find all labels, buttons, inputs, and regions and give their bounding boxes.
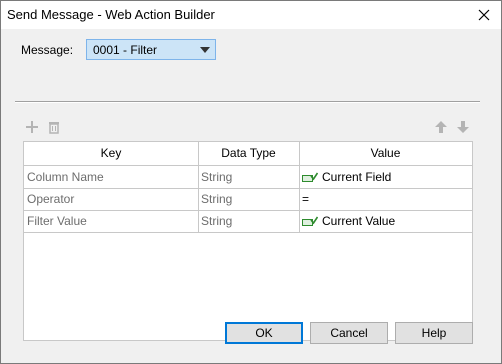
help-button[interactable]: Help [395, 322, 473, 344]
row-value[interactable]: Current Value [299, 210, 472, 232]
message-select[interactable]: 0001 - Filter [86, 39, 216, 60]
table-row[interactable]: Filter Value String Current Value [24, 210, 472, 233]
chevron-down-icon[interactable] [195, 40, 215, 59]
column-header-key[interactable]: Key [24, 142, 198, 165]
message-label: Message: [21, 43, 74, 57]
cancel-button[interactable]: Cancel [310, 322, 388, 344]
column-header-value[interactable]: Value [299, 142, 472, 165]
row-value-text: = [302, 192, 310, 206]
column-divider [198, 142, 199, 232]
window-title: Send Message - Web Action Builder [7, 7, 215, 22]
row-data-type: String [201, 170, 233, 184]
arrow-up-icon[interactable] [432, 118, 450, 136]
table-row[interactable]: Operator String = [24, 188, 472, 211]
row-value-text: Current Value [322, 214, 396, 228]
table-row[interactable]: Column Name String Current Field [24, 166, 472, 189]
column-divider [299, 142, 300, 232]
close-button[interactable] [467, 1, 501, 29]
close-icon [478, 9, 490, 21]
row-value-text: Current Field [322, 170, 392, 184]
row-data-type: String [201, 214, 233, 228]
row-value[interactable]: Current Field [299, 166, 472, 188]
row-data-type: String [201, 192, 233, 206]
row-key: Filter Value [27, 214, 87, 228]
dialog-window: Send Message - Web Action Builder Messag… [0, 0, 502, 364]
arrow-down-icon[interactable] [454, 118, 472, 136]
row-key: Operator [27, 192, 75, 206]
title-bar: Send Message - Web Action Builder [1, 1, 501, 29]
separator [15, 101, 480, 103]
parameters-table: Key Data Type Value Column Name String C… [23, 141, 473, 341]
message-select-value: 0001 - Filter [93, 43, 158, 57]
ok-button[interactable]: OK [225, 322, 303, 344]
table-header: Key Data Type Value [24, 142, 472, 166]
field-icon [302, 216, 318, 226]
field-icon [302, 172, 318, 182]
plus-icon[interactable] [23, 118, 41, 136]
row-value[interactable]: = [299, 188, 472, 210]
column-header-data-type[interactable]: Data Type [198, 142, 299, 165]
row-key: Column Name [27, 170, 104, 184]
trash-icon[interactable] [45, 118, 63, 136]
column-divider [472, 142, 473, 232]
